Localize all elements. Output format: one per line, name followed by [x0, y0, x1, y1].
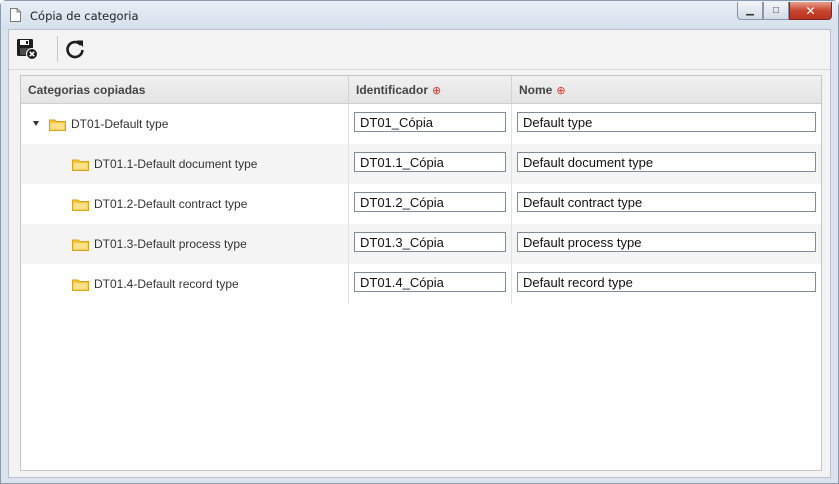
folder-icon	[72, 239, 89, 251]
table-row[interactable]: DT01.3-Default process type	[21, 224, 821, 264]
category-label: DT01.1-Default document type	[94, 157, 258, 171]
save-close-button[interactable]	[15, 37, 39, 61]
window-title: Cópia de categoria	[30, 9, 139, 23]
toolbar	[9, 30, 830, 70]
minimize-icon: ▁	[746, 5, 754, 16]
table-row[interactable]: DT01.4-Default record type	[21, 264, 821, 304]
dialog-content: Categorias copiadas Identificador ⊕ Nome ⊕	[8, 29, 831, 478]
required-icon: ⊕	[432, 85, 442, 97]
identifier-field[interactable]	[354, 192, 506, 212]
grid-body: DT01-Default type DT01.1-Default documen…	[21, 104, 821, 304]
column-header-name-label: Nome	[519, 83, 553, 97]
copied-categories-grid: Categorias copiadas Identificador ⊕ Nome ⊕	[20, 75, 822, 471]
folder-icon	[72, 279, 89, 291]
maximize-icon: □	[772, 5, 780, 16]
maximize-button[interactable]: □	[763, 2, 789, 20]
minimize-button[interactable]: ▁	[737, 2, 763, 20]
title-bar[interactable]: Cópia de categoria ▁ □ ✕	[1, 1, 838, 29]
document-icon	[10, 8, 21, 22]
name-field[interactable]	[517, 192, 816, 212]
column-header-name[interactable]: Nome ⊕	[511, 76, 821, 104]
column-divider	[348, 184, 349, 224]
column-divider	[511, 144, 512, 184]
identifier-field[interactable]	[354, 272, 506, 292]
close-icon: ✕	[805, 3, 816, 18]
name-field[interactable]	[517, 152, 816, 172]
column-header-categories[interactable]: Categorias copiadas	[21, 76, 348, 104]
column-divider	[511, 104, 512, 144]
identifier-field[interactable]	[354, 152, 506, 172]
name-field[interactable]	[517, 112, 816, 132]
column-divider	[348, 224, 349, 264]
name-field[interactable]	[517, 272, 816, 292]
column-divider	[348, 104, 349, 144]
column-divider	[348, 264, 349, 304]
toolbar-separator	[57, 36, 58, 62]
column-header-identifier[interactable]: Identificador ⊕	[348, 76, 511, 104]
column-divider	[511, 264, 512, 304]
column-header-identifier-label: Identificador	[356, 83, 429, 97]
category-label: DT01-Default type	[71, 117, 169, 131]
folder-icon	[72, 159, 89, 171]
identifier-field[interactable]	[354, 232, 506, 252]
grid-header: Categorias copiadas Identificador ⊕ Nome ⊕	[21, 76, 821, 104]
window: Cópia de categoria ▁ □ ✕ Categorias copi…	[0, 0, 839, 484]
refresh-icon	[66, 40, 84, 59]
table-row[interactable]: DT01-Default type	[21, 104, 821, 144]
required-icon: ⊕	[556, 85, 566, 97]
column-divider	[511, 224, 512, 264]
column-divider	[511, 184, 512, 224]
category-label: DT01.4-Default record type	[94, 277, 239, 291]
folder-icon	[49, 119, 66, 131]
identifier-field[interactable]	[354, 112, 506, 132]
refresh-button[interactable]	[63, 37, 87, 61]
table-row[interactable]: DT01.1-Default document type	[21, 144, 821, 184]
floppy-disk-close-icon	[17, 39, 38, 60]
category-label: DT01.3-Default process type	[94, 237, 247, 251]
tree-expander-icon[interactable]	[33, 121, 39, 126]
column-header-categories-label: Categorias copiadas	[28, 83, 146, 97]
name-field[interactable]	[517, 232, 816, 252]
folder-icon	[72, 199, 89, 211]
table-row[interactable]: DT01.2-Default contract type	[21, 184, 821, 224]
column-divider	[348, 144, 349, 184]
close-button[interactable]: ✕	[789, 2, 832, 20]
category-label: DT01.2-Default contract type	[94, 197, 248, 211]
window-controls: ▁ □ ✕	[737, 2, 832, 20]
